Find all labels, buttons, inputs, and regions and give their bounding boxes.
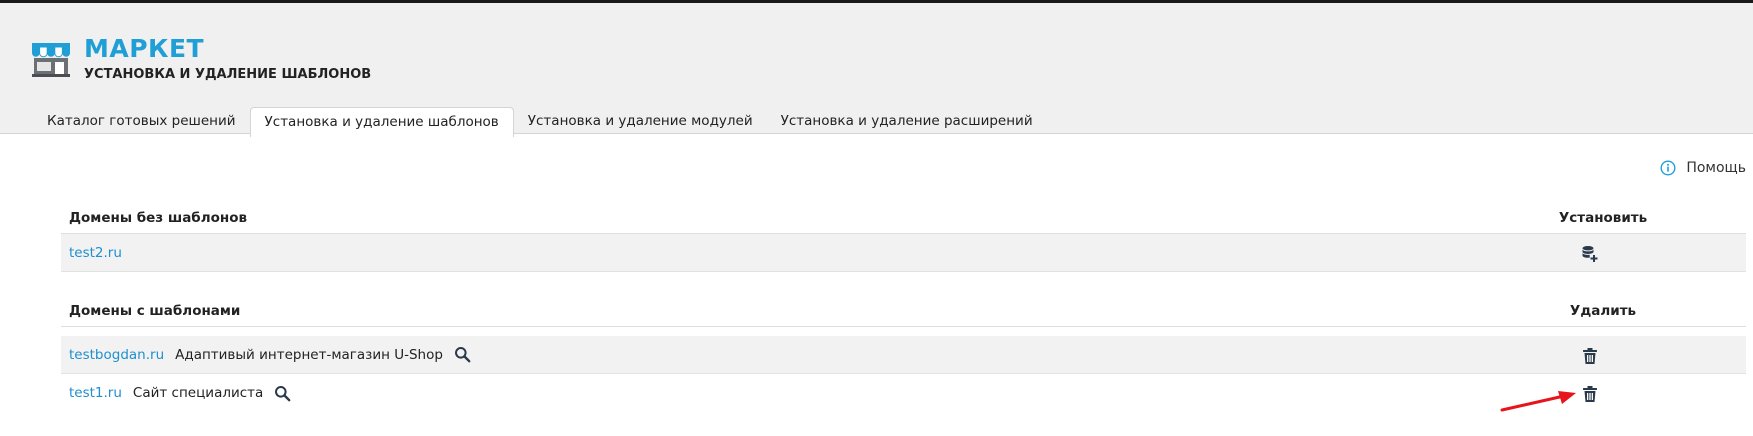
section-header-with-templates: Домены с шаблонами Удалить [61, 297, 1746, 327]
database-add-icon [1582, 246, 1598, 262]
table-row: test1.ru Сайт специалиста [61, 374, 1746, 412]
template-name: Сайт специалиста [132, 385, 264, 401]
tab-extensions[interactable]: Установка и удаление расширений [767, 107, 1047, 136]
help-label: Помощь [1686, 160, 1746, 176]
domain-link[interactable]: testbogdan.ru [69, 347, 164, 363]
tab-catalog[interactable]: Каталог готовых решений [33, 107, 250, 136]
section-heading: Домены без шаблонов [69, 210, 248, 226]
preview-template-button[interactable] [274, 385, 291, 402]
page-subtitle: УСТАНОВКА И УДАЛЕНИЕ ШАБЛОНОВ [84, 67, 372, 82]
delete-template-button[interactable] [1580, 346, 1600, 366]
search-icon [275, 385, 291, 401]
page-header: МАРКЕТ УСТАНОВКА И УДАЛЕНИЕ ШАБЛОНОВ Кат… [0, 3, 1753, 137]
market-store-icon [32, 43, 70, 77]
table-row: testbogdan.ru Адаптивый интернет-магазин… [61, 336, 1746, 374]
trash-icon [1583, 348, 1597, 364]
table-row: test2.ru [61, 234, 1746, 272]
preview-template-button[interactable] [454, 346, 471, 363]
install-column-heading: Установить [1558, 210, 1648, 226]
search-icon [454, 347, 471, 363]
install-template-button[interactable] [1580, 244, 1600, 264]
section-header-without-templates: Домены без шаблонов Установить [61, 204, 1746, 234]
tab-templates[interactable]: Установка и удаление шаблонов [249, 107, 514, 137]
template-name: Адаптивый интернет-магазин U-Shop [175, 346, 443, 363]
trash-icon [1583, 386, 1597, 402]
delete-template-button[interactable] [1580, 384, 1600, 404]
info-icon [1660, 160, 1676, 176]
section-heading: Домены с шаблонами [69, 303, 241, 319]
tab-modules[interactable]: Установка и удаление модулей [514, 107, 767, 136]
tab-bar: Каталог готовых решений Установка и удал… [33, 107, 1047, 137]
page-title: МАРКЕТ [84, 34, 205, 63]
delete-column-heading: Удалить [1569, 303, 1637, 319]
red-arrow-annotation [1500, 391, 1576, 412]
domain-link[interactable]: test1.ru [69, 385, 122, 401]
domain-link[interactable]: test2.ru [69, 245, 122, 261]
help-link[interactable]: Помощь [1660, 160, 1746, 176]
